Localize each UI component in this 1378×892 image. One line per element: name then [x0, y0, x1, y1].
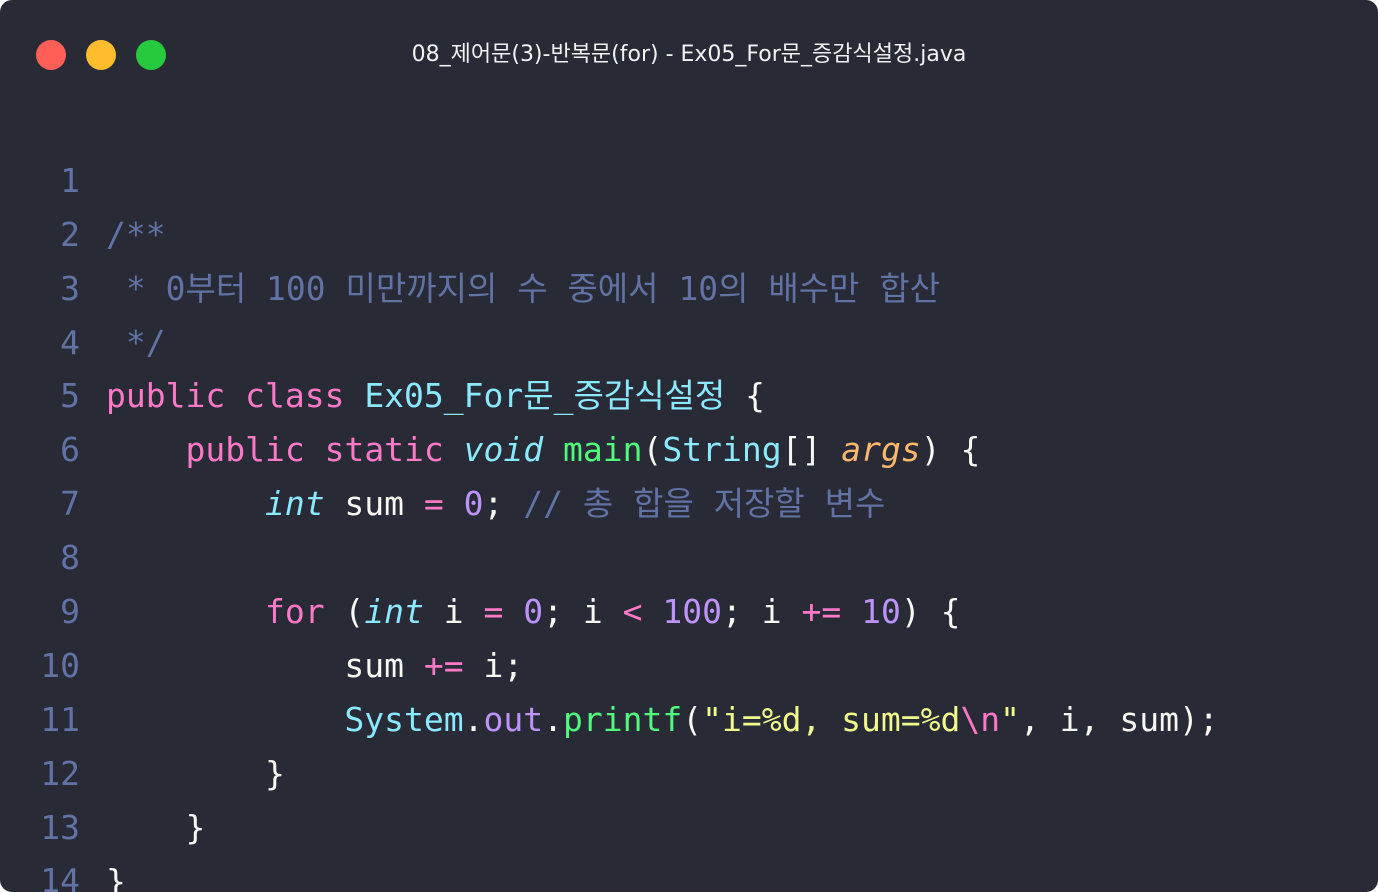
code-line-6: 6 int sum = 0; // 총 합을 저장할 변수	[0, 369, 1378, 523]
title-bar: 08_제어문(3)-반복문(for) - Ex05_For문_증감식설정.jav…	[0, 0, 1378, 110]
code-line-2: 2 * 0부터 100 미만까지의 수 중에서 10의 배수만 합산	[0, 154, 1378, 308]
code-line-4: 4 public class Ex05_For문_증감식설정 {	[0, 262, 1378, 416]
line-number: 14	[40, 861, 80, 892]
code-line-5: 5 public static void main(String[] args)…	[0, 316, 1378, 469]
code-line-9: 9 sum += i;	[0, 531, 1378, 685]
code-line-7: 7	[0, 423, 1378, 523]
code-line-10: 10 System.out.printf("i=%d, sum=%d\n", i…	[0, 585, 1378, 739]
code-line-3: 3 */	[0, 208, 1378, 362]
code-line-1: 1 /**	[0, 100, 1378, 254]
window-title: 08_제어문(3)-반복문(for) - Ex05_For문_증감식설정.jav…	[411, 42, 967, 67]
code-line-14: 14	[0, 801, 1378, 892]
code-line-13: 13 }	[0, 747, 1378, 892]
code-editor[interactable]: 1 /** 2 * 0부터 100 미만까지의 수 중에서 10의 배수만 합산…	[0, 100, 1378, 892]
code-window: 08_제어문(3)-반복문(for) - Ex05_For문_증감식설정.jav…	[0, 0, 1378, 892]
code-line-11: 11 }	[0, 639, 1378, 793]
code-line-12: 12 }	[0, 693, 1378, 847]
code-line-8: 8 for (int i = 0; i < 100; i += 10) {	[0, 477, 1378, 631]
